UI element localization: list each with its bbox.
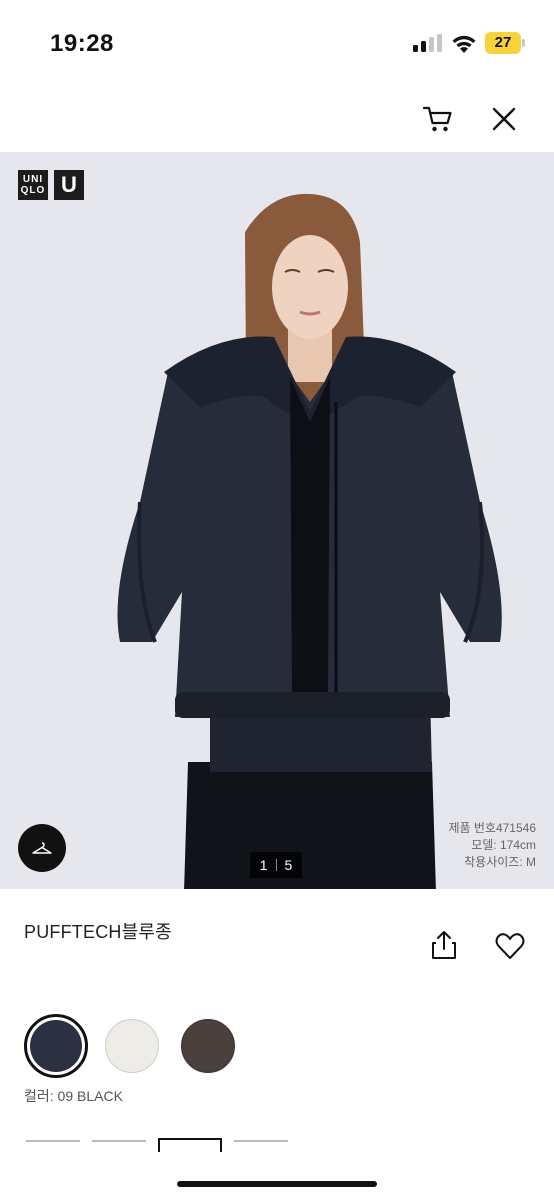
product-image-carousel[interactable]: UNI QLO U 1 5 제품 번호471546 모델: 174cm 착용사이… [0,152,554,889]
status-time: 19:28 [50,30,114,57]
fitting-hanger-button[interactable] [18,824,66,872]
color-label: 컬러: 09 BLACK [24,1088,123,1104]
pager-divider [275,859,277,871]
home-indicator [177,1181,377,1187]
hanger-icon [32,842,52,854]
size-option[interactable] [234,1140,288,1152]
cart-icon[interactable] [422,104,454,134]
size-option-selected[interactable] [158,1138,222,1152]
model-height: 모델: 174cm [471,838,536,852]
swatch-off-white-fill [105,1019,159,1073]
battery-indicator: 27 [485,32,525,54]
wifi-icon [452,35,476,53]
color-swatch-black[interactable] [24,1014,88,1078]
close-icon[interactable] [489,104,519,134]
size-option[interactable] [26,1140,80,1152]
model-size: 착용사이즈: M [464,855,536,869]
color-swatch-brown[interactable] [176,1014,240,1078]
product-header [0,86,554,152]
size-option[interactable] [92,1140,146,1152]
uniqlo-logo-box: UNI QLO [18,170,48,200]
product-name: PUFFTECH블루종 [24,922,172,942]
swatch-brown-fill [181,1019,235,1073]
model-photo [117,193,502,889]
pager-total: 5 [284,857,293,873]
model-info: 제품 번호471546 모델: 174cm 착용사이즈: M [448,820,536,871]
heart-icon[interactable] [495,932,525,960]
image-pager: 1 5 [250,852,302,878]
color-swatches [24,1014,240,1078]
status-bar: 19:28 27 [0,0,554,86]
share-icon[interactable] [430,930,458,960]
swatch-black-fill [30,1020,82,1072]
product-number: 제품 번호471546 [448,821,536,835]
cellular-signal-icon [413,34,443,52]
battery-level: 27 [494,34,512,51]
pager-current: 1 [259,857,268,873]
size-options [26,1138,288,1152]
color-swatch-off-white[interactable] [100,1014,164,1078]
